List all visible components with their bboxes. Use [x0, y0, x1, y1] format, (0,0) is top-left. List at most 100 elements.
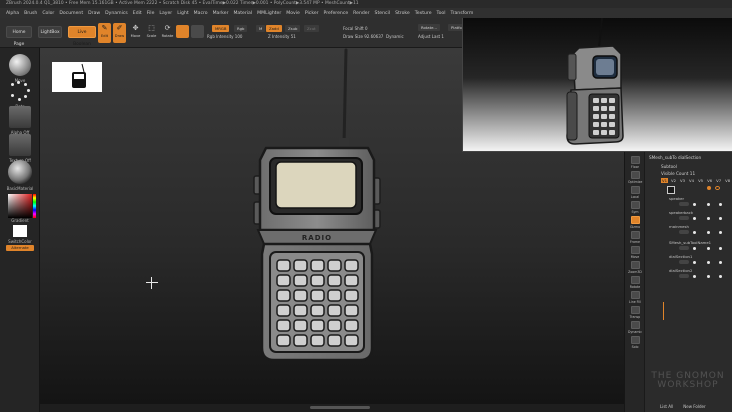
live-boolean-button[interactable]: Live Boolean [68, 26, 96, 47]
brush-icon[interactable] [707, 217, 710, 220]
dynamic-toggle[interactable]: Dynamic [386, 34, 404, 39]
adjust-last-slider[interactable]: Adjust Last 1 [418, 34, 444, 39]
strip-button-rotate[interactable]: Rotate [628, 276, 642, 289]
rgb-intensity-slider[interactable]: Rgb Intensity 100 [207, 34, 242, 39]
strip-button-transp[interactable]: Transp [628, 306, 642, 319]
menu-item-document[interactable]: Document [59, 11, 83, 16]
subtool-slider[interactable] [679, 274, 689, 278]
strip-button-dynamic[interactable]: Dynamic [628, 321, 642, 334]
subtool-slider[interactable] [679, 230, 689, 234]
brush-icon[interactable] [707, 231, 710, 234]
menu-item-stroke[interactable]: Stroke [395, 11, 410, 16]
texture-picker[interactable]: Texture Off [5, 134, 35, 163]
draw-size-slider[interactable]: Draw Size 92.60637 [343, 34, 383, 39]
version-tab-v1[interactable]: V1 [661, 178, 669, 183]
strip-button-line-fill[interactable]: Line Fill [628, 291, 642, 304]
strip-button-sym[interactable]: Sym [628, 201, 642, 214]
menu-item-texture[interactable]: Texture [415, 11, 432, 16]
subtool-item[interactable]: speakerback [669, 210, 729, 221]
new-folder-button[interactable]: New Folder [683, 404, 705, 409]
eye-icon[interactable] [719, 203, 722, 206]
switch-color-button[interactable]: SwitchColor [8, 239, 32, 244]
menu-item-movie[interactable]: Movie [286, 11, 300, 16]
eye-icon[interactable] [719, 231, 722, 234]
draw-tool-button[interactable]: ✐ Draw [113, 23, 126, 43]
color-gradient-picker[interactable] [8, 194, 36, 218]
brush-icon[interactable] [707, 275, 710, 278]
lightbox-button[interactable]: LightBox [38, 26, 62, 38]
subtool-toggles[interactable] [669, 274, 729, 279]
subtool-slider[interactable] [679, 202, 689, 206]
menu-item-alpha[interactable]: Alpha [6, 11, 19, 16]
strip-button-gizmo[interactable]: Gizmo [628, 216, 642, 229]
menu-item-stencil[interactable]: Stencil [375, 11, 391, 16]
zcut-toggle[interactable]: Zcut [304, 25, 319, 32]
subtool-toggles[interactable] [669, 216, 729, 221]
menu-item-picker[interactable]: Picker [305, 11, 319, 16]
menu-item-file[interactable]: File [147, 11, 155, 16]
rotate-tool-button[interactable]: ⟳ Rotate [161, 23, 174, 43]
menu-item-render[interactable]: Render [353, 11, 369, 16]
version-tab-v2[interactable]: V2 [670, 178, 677, 183]
navigator-thumbnail[interactable] [52, 62, 102, 92]
menu-item-transform[interactable]: Transform [450, 11, 473, 16]
version-tab-v4[interactable]: V4 [688, 178, 695, 183]
version-tab-v5[interactable]: V5 [697, 178, 704, 183]
menu-item-tool[interactable]: Tool [437, 11, 446, 16]
subtool-toggles[interactable] [669, 202, 729, 207]
menu-item-light[interactable]: Light [177, 11, 188, 16]
alpha-picker[interactable]: Alpha Off [5, 106, 35, 135]
strip-button-frame[interactable]: Frame [628, 231, 642, 244]
secondary-color-swatch[interactable] [13, 225, 27, 237]
strip-button-local[interactable]: Local [628, 186, 642, 199]
eye-icon[interactable] [719, 247, 722, 250]
menu-item-mmlighter[interactable]: MMLighter [257, 11, 281, 16]
menu-item-macro[interactable]: Macro [194, 11, 208, 16]
subtool-item[interactable]: SMesh_subToolName1 [669, 240, 729, 251]
menu-item-preference[interactable]: Preference [324, 11, 349, 16]
subtool-title[interactable]: Subtool [661, 164, 677, 169]
brush-icon[interactable] [707, 247, 710, 250]
brush-picker[interactable]: Move [5, 54, 35, 83]
brush-icon[interactable] [707, 261, 710, 264]
brush-icon[interactable] [707, 203, 710, 206]
menu-item-marker[interactable]: Marker [213, 11, 229, 16]
move-tool-button[interactable]: ✥ Move [129, 23, 142, 43]
subtool-slider[interactable] [679, 246, 689, 250]
eye-icon[interactable] [719, 261, 722, 264]
visible-count-slider[interactable]: Visible Count 11 [661, 171, 695, 176]
subtool-slider[interactable] [679, 260, 689, 264]
menu-item-color[interactable]: Color [42, 11, 54, 16]
subtool-item[interactable]: dialSection2 [669, 268, 729, 279]
version-tab-v7[interactable]: V7 [715, 178, 722, 183]
mrgb-toggle[interactable]: MRGB [212, 25, 230, 32]
version-tab-v3[interactable]: V3 [679, 178, 686, 183]
menu-item-draw[interactable]: Draw [88, 11, 100, 16]
scale-tool-button[interactable]: ⬚ Scale [145, 23, 158, 43]
subtool-item[interactable]: speaker [669, 196, 729, 207]
menu-item-layer[interactable]: Layer [159, 11, 172, 16]
home-page-button[interactable]: Home Page [6, 26, 32, 47]
eye-icon[interactable] [715, 186, 720, 190]
version-tab-v6[interactable]: V6 [706, 178, 713, 183]
menu-item-brush[interactable]: Brush [24, 11, 37, 16]
strip-button-solo[interactable]: Solo [628, 336, 642, 349]
scrollbar-thumb[interactable] [310, 406, 370, 409]
walkie-talkie-model[interactable]: RADIO [240, 48, 390, 368]
eye-icon[interactable] [719, 275, 722, 278]
menu-item-material[interactable]: Material [233, 11, 252, 16]
subtool-slider[interactable] [679, 216, 689, 220]
stroke-picker[interactable]: Dots [5, 80, 35, 109]
subtool-thumbnail[interactable] [667, 186, 675, 194]
subtool-item[interactable]: mainmesh [669, 224, 729, 235]
z-intensity-slider[interactable]: Z Intensity 51 [268, 34, 296, 39]
strip-button-zoom3d[interactable]: Zoom3D [628, 261, 642, 274]
subtool-toggles[interactable] [669, 230, 729, 235]
zsub-toggle[interactable]: Zsub [285, 25, 301, 32]
strip-button-move[interactable]: Move [628, 246, 642, 259]
hue-slider[interactable] [33, 194, 36, 218]
alternate-button[interactable]: Alternate [6, 245, 34, 251]
material-picker[interactable]: BasicMaterial [5, 160, 35, 191]
strip-button-optimize[interactable]: Optimize [628, 171, 642, 184]
subtool-toggles[interactable] [669, 260, 729, 265]
